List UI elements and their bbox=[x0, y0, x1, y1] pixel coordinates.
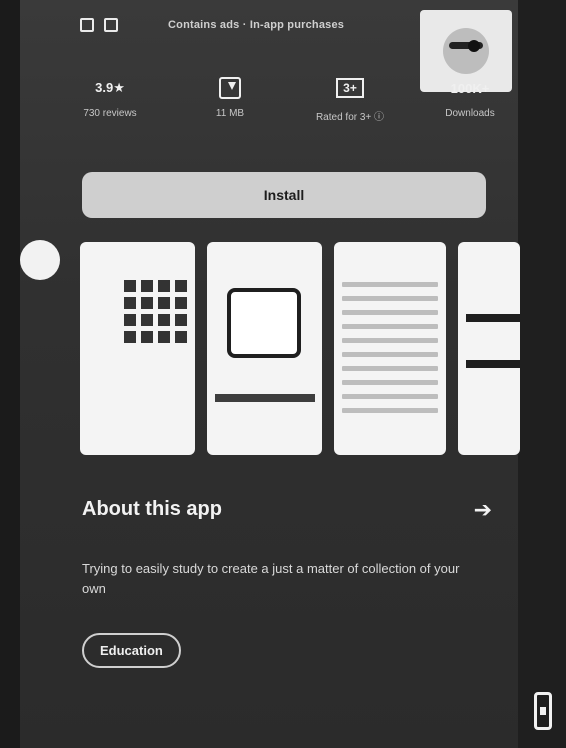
arrow-right-icon[interactable]: ➔ bbox=[474, 498, 492, 521]
app-detail-screen: Contains ads · In-app purchases 3.9★ 730… bbox=[0, 0, 566, 748]
category-chip[interactable]: Education bbox=[82, 633, 181, 668]
screenshot-bar-2 bbox=[466, 360, 520, 368]
tablet-icon bbox=[227, 288, 301, 358]
content-rating-badge: 3+ bbox=[336, 78, 364, 98]
screenshot-4[interactable] bbox=[458, 242, 520, 455]
install-button[interactable]: Install bbox=[82, 172, 486, 218]
right-rail bbox=[518, 0, 566, 748]
about-section: About this app ➔ Trying to easily study … bbox=[82, 498, 492, 668]
about-description: Trying to easily study to create a just … bbox=[82, 561, 460, 596]
square-icon[interactable] bbox=[80, 18, 94, 32]
screenshot-3[interactable] bbox=[334, 242, 446, 455]
about-header[interactable]: About this app ➔ bbox=[82, 498, 492, 521]
screenshot-2[interactable] bbox=[207, 242, 322, 455]
rating-value: 3.9★ bbox=[95, 80, 125, 95]
screenshot-bar bbox=[215, 394, 315, 402]
installs-value: 100K+ bbox=[450, 80, 490, 96]
partial-element bbox=[20, 240, 60, 280]
download-icon bbox=[219, 77, 241, 99]
content-rating-label[interactable]: Rated for 3+ ⓘ bbox=[316, 108, 384, 123]
about-title: About this app bbox=[82, 498, 222, 520]
left-rail bbox=[0, 0, 20, 748]
rating-label: 730 reviews bbox=[83, 108, 137, 119]
stats-row: 3.9★ 730 reviews 11 MB 3+ Rated for 3+ ⓘ… bbox=[70, 77, 510, 138]
stat-rating: 3.9★ 730 reviews bbox=[70, 78, 150, 119]
top-bar: Contains ads · In-app purchases bbox=[80, 10, 410, 40]
phone-icon[interactable] bbox=[534, 692, 552, 730]
stat-installs: 100K+ Downloads bbox=[430, 78, 510, 120]
text-lines bbox=[342, 282, 438, 422]
grid-icon bbox=[124, 280, 187, 343]
screenshot-1[interactable] bbox=[80, 242, 195, 455]
stat-size: 11 MB bbox=[190, 77, 270, 119]
app-subtitle: Contains ads · In-app purchases bbox=[168, 19, 345, 31]
pirate-skull-icon bbox=[443, 28, 489, 74]
screenshot-carousel[interactable] bbox=[80, 242, 520, 457]
stat-content-rating: 3+ Rated for 3+ ⓘ bbox=[310, 78, 390, 123]
size-label: 11 MB bbox=[215, 108, 245, 119]
installs-label: Downloads bbox=[445, 108, 495, 119]
edit-icon[interactable] bbox=[104, 18, 118, 32]
screenshot-bar-1 bbox=[466, 314, 520, 322]
